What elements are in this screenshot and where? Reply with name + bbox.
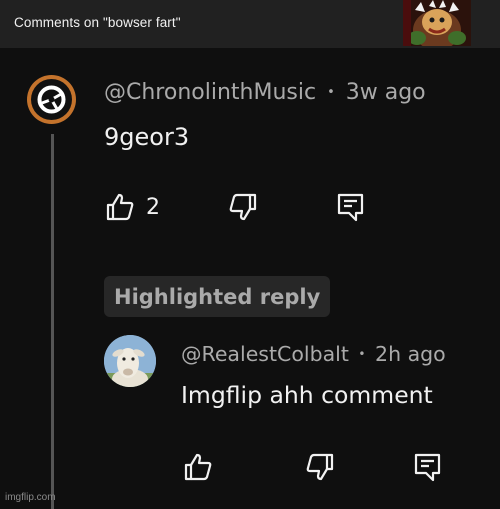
reply-comment-icon[interactable] — [336, 192, 366, 226]
comment-author[interactable]: @ChronolinthMusic — [104, 80, 316, 105]
header-title: Comments on "bowser fart" — [14, 15, 181, 30]
reply-timestamp[interactable]: 2h ago — [375, 342, 446, 366]
imgflip-watermark: imgflip.com — [5, 492, 56, 503]
like-count: 2 — [146, 195, 160, 220]
comment-timestamp[interactable]: 3w ago — [346, 80, 426, 105]
reply-author[interactable]: @RealestColbalt — [181, 342, 349, 366]
thumbs-down-icon[interactable] — [305, 452, 335, 486]
meta-separator: • — [358, 347, 366, 361]
thumbs-up-icon[interactable] — [183, 452, 213, 486]
avatar[interactable] — [27, 75, 76, 124]
comments-header: Comments on "bowser fart" — [0, 0, 500, 48]
thumbs-up-icon[interactable] — [105, 192, 135, 226]
comment-text: 9geor3 — [104, 123, 190, 151]
reply-comment-icon[interactable] — [413, 452, 443, 486]
goat-avatar-icon — [104, 335, 156, 387]
reply-header: @RealestColbalt • 2h ago — [181, 342, 446, 366]
meta-separator: • — [327, 85, 335, 100]
channel-logo-icon — [37, 85, 66, 114]
reply-avatar[interactable] — [104, 335, 156, 387]
reply-text: Imgflip ahh comment — [181, 381, 433, 409]
video-thumbnail[interactable] — [403, 0, 471, 46]
highlighted-reply-badge: Highlighted reply — [104, 276, 331, 317]
comment-header: @ChronolinthMusic • 3w ago — [104, 80, 426, 105]
thread-line — [51, 134, 54, 509]
thumbs-down-icon[interactable] — [228, 192, 258, 226]
